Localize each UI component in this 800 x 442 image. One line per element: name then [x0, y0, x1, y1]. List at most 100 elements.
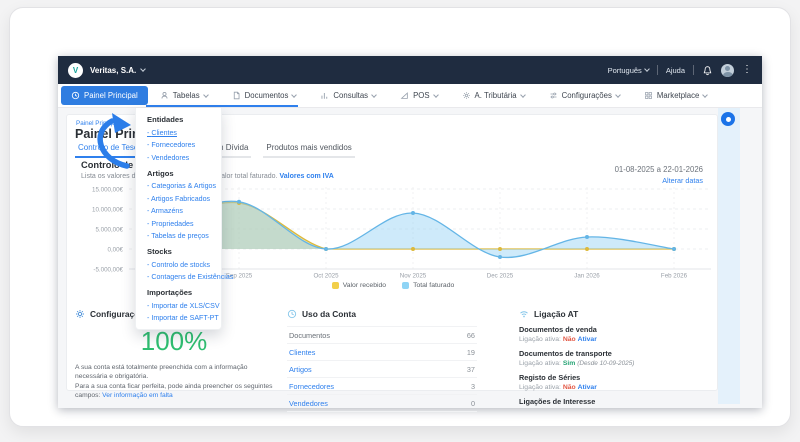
- menu-item-marketplace[interactable]: Marketplace: [632, 84, 719, 107]
- people-icon: [160, 91, 169, 100]
- table-row: Vendedores 0: [287, 395, 477, 412]
- pos-icon: [400, 91, 409, 100]
- status-badge: Não: [563, 384, 576, 391]
- dropdown-item-importar-xls-csv[interactable]: Importar de XLS/CSV: [147, 302, 217, 310]
- fab-dot-icon: [726, 117, 731, 122]
- status-badge: Sim: [563, 360, 575, 367]
- svg-text:0,00€: 0,00€: [108, 246, 124, 253]
- at-section: Ligação AT Documentos de venda Ligação a…: [519, 309, 709, 406]
- menu-label: POS: [413, 91, 429, 100]
- chevron-down-icon: [644, 66, 650, 72]
- menu-item-tabelas[interactable]: Tabelas: [148, 84, 220, 107]
- dropdown-item-contagens-de-existencias[interactable]: Contagens de Existências: [147, 273, 217, 281]
- legend-valor-recebido[interactable]: Valor recebido: [332, 282, 386, 289]
- completion-percentage: 100%: [75, 326, 273, 357]
- usage-link-artigos[interactable]: Artigos: [289, 365, 312, 374]
- page: { "topbar": { "company": "Veritas, S.A."…: [0, 0, 800, 442]
- dropdown-item-armazens[interactable]: Armazéns: [147, 207, 217, 215]
- dropdown-item-vendedores[interactable]: Vendedores: [147, 154, 217, 162]
- app-frame: V Veritas, S.A. Português Ajuda ⋮: [58, 56, 762, 408]
- avatar[interactable]: [721, 64, 734, 77]
- company-name[interactable]: Veritas, S.A.: [90, 66, 136, 75]
- at-item-title: Ligações de Interesse: [519, 397, 709, 406]
- svg-text:15.000,00€: 15.000,00€: [92, 186, 124, 193]
- chevron-down-icon: [615, 92, 621, 98]
- dropdown-item-categorias-artigos[interactable]: Categorias & Artigos: [147, 182, 217, 190]
- dropdown-item-tabelas-de-precos[interactable]: Tabelas de preços: [147, 232, 217, 240]
- status-badge: Não: [563, 336, 576, 343]
- menu-item-configuracoes[interactable]: Configurações: [537, 84, 632, 107]
- menu-item-documentos[interactable]: Documentos: [220, 84, 309, 107]
- usage-value: 37: [467, 365, 475, 374]
- table-row: Fornecedores 3: [287, 378, 477, 395]
- activate-link[interactable]: Ativar: [578, 336, 597, 343]
- legend-label: Total faturado: [413, 282, 454, 289]
- legend-total-faturado[interactable]: Total faturado: [402, 282, 454, 289]
- menu-label: Tabelas: [173, 91, 200, 100]
- activate-link[interactable]: Ativar: [578, 384, 597, 391]
- svg-text:10.000,00€: 10.000,00€: [92, 206, 124, 213]
- list-item: Ligações de Interesse: [519, 397, 709, 406]
- wifi-icon: [519, 309, 529, 319]
- config-text: A sua conta está totalmente preenchida c…: [75, 363, 273, 401]
- at-heading: Ligação AT: [519, 309, 709, 319]
- svg-text:5.000,00€: 5.000,00€: [95, 226, 123, 233]
- main-menu: Painel Principal Tabelas Documentos: [58, 84, 762, 108]
- menu-item-consultas[interactable]: Consultas: [308, 84, 388, 107]
- dropdown-item-propriedades[interactable]: Propriedades: [147, 220, 217, 228]
- tabelas-dropdown-menu: Entidades Clientes Fornecedores Vendedor…: [135, 108, 222, 330]
- menu-label: Painel Principal: [84, 91, 138, 100]
- usage-link-fornecedores[interactable]: Fornecedores: [289, 382, 334, 391]
- dropdown-item-artigos-fabricados[interactable]: Artigos Fabricados: [147, 195, 217, 203]
- usage-value: 66: [467, 331, 475, 340]
- list-item: Documentos de transporte Ligação ativa: …: [519, 349, 709, 367]
- kebab-menu-icon[interactable]: ⋮: [742, 65, 752, 75]
- status-label: Ligação ativa:: [519, 360, 561, 367]
- date-range: 01-08-2025 a 22-01-2026: [615, 165, 703, 174]
- menu-label: Documentos: [245, 91, 289, 100]
- gear-icon: [462, 91, 471, 100]
- usage-heading: Uso da Conta: [287, 309, 477, 319]
- at-item-title: Registo de Séries: [519, 373, 709, 382]
- menu-item-pos[interactable]: POS: [388, 84, 449, 107]
- bell-icon[interactable]: [702, 65, 713, 76]
- at-item-title: Documentos de transporte: [519, 349, 709, 358]
- status-label: Ligação ativa:: [519, 384, 561, 391]
- apps-grid-icon: [644, 91, 653, 100]
- chevron-down-icon: [203, 92, 209, 98]
- at-item-status: Ligação ativa: Sim (Desde 10-09-2025): [519, 360, 709, 367]
- usage-value: 19: [467, 348, 475, 357]
- menu-label: A. Tributária: [475, 91, 517, 100]
- dropdown-item-importar-saft-pt[interactable]: Importar de SAFT-PT: [147, 314, 217, 322]
- table-row: Artigos 37: [287, 361, 477, 378]
- menu-item-painel-principal[interactable]: Painel Principal: [61, 86, 148, 105]
- dropdown-item-fornecedores[interactable]: Fornecedores: [147, 141, 217, 149]
- help-fab-button[interactable]: [721, 112, 735, 126]
- menu-label: Configurações: [562, 91, 612, 100]
- at-item-status: Ligação ativa: Não Ativar: [519, 384, 709, 391]
- status-label: Ligação ativa:: [519, 336, 561, 343]
- app-body: Painel Principal Painel Principal Contro…: [58, 108, 762, 408]
- at-item-title: Documentos de venda: [519, 325, 709, 334]
- missing-info-link[interactable]: Ver informação em falta: [102, 392, 173, 399]
- svg-text:-5.000,00€: -5.000,00€: [93, 266, 123, 273]
- screenshot-window: V Veritas, S.A. Português Ajuda ⋮: [9, 7, 791, 427]
- status-note: (Desde 10-09-2025): [577, 360, 634, 367]
- help-link[interactable]: Ajuda: [666, 66, 685, 75]
- dropdown-section-stocks: Stocks: [147, 247, 217, 256]
- divider: [657, 65, 658, 75]
- dropdown-item-clientes[interactable]: Clientes: [147, 129, 217, 137]
- svg-text:Oct 2025: Oct 2025: [313, 273, 339, 280]
- company-logo-icon: V: [68, 63, 83, 78]
- legend-swatch-yellow: [332, 282, 339, 289]
- svg-text:Dec 2025: Dec 2025: [487, 273, 514, 280]
- language-selector[interactable]: Português: [608, 66, 649, 75]
- menu-item-a-tributaria[interactable]: A. Tributária: [450, 84, 537, 107]
- usage-link-clientes[interactable]: Clientes: [289, 348, 315, 357]
- usage-link-vendedores[interactable]: Vendedores: [289, 399, 328, 408]
- dropdown-section-artigos: Artigos: [147, 169, 217, 178]
- tab-produtos-mais-vendidos[interactable]: Produtos mais vendidos: [263, 141, 354, 158]
- dropdown-item-controlo-de-stocks[interactable]: Controlo de stocks: [147, 261, 217, 269]
- usage-section: Uso da Conta Documentos 66 Clientes 19 A…: [287, 309, 477, 412]
- top-bar: V Veritas, S.A. Português Ajuda ⋮: [58, 56, 762, 84]
